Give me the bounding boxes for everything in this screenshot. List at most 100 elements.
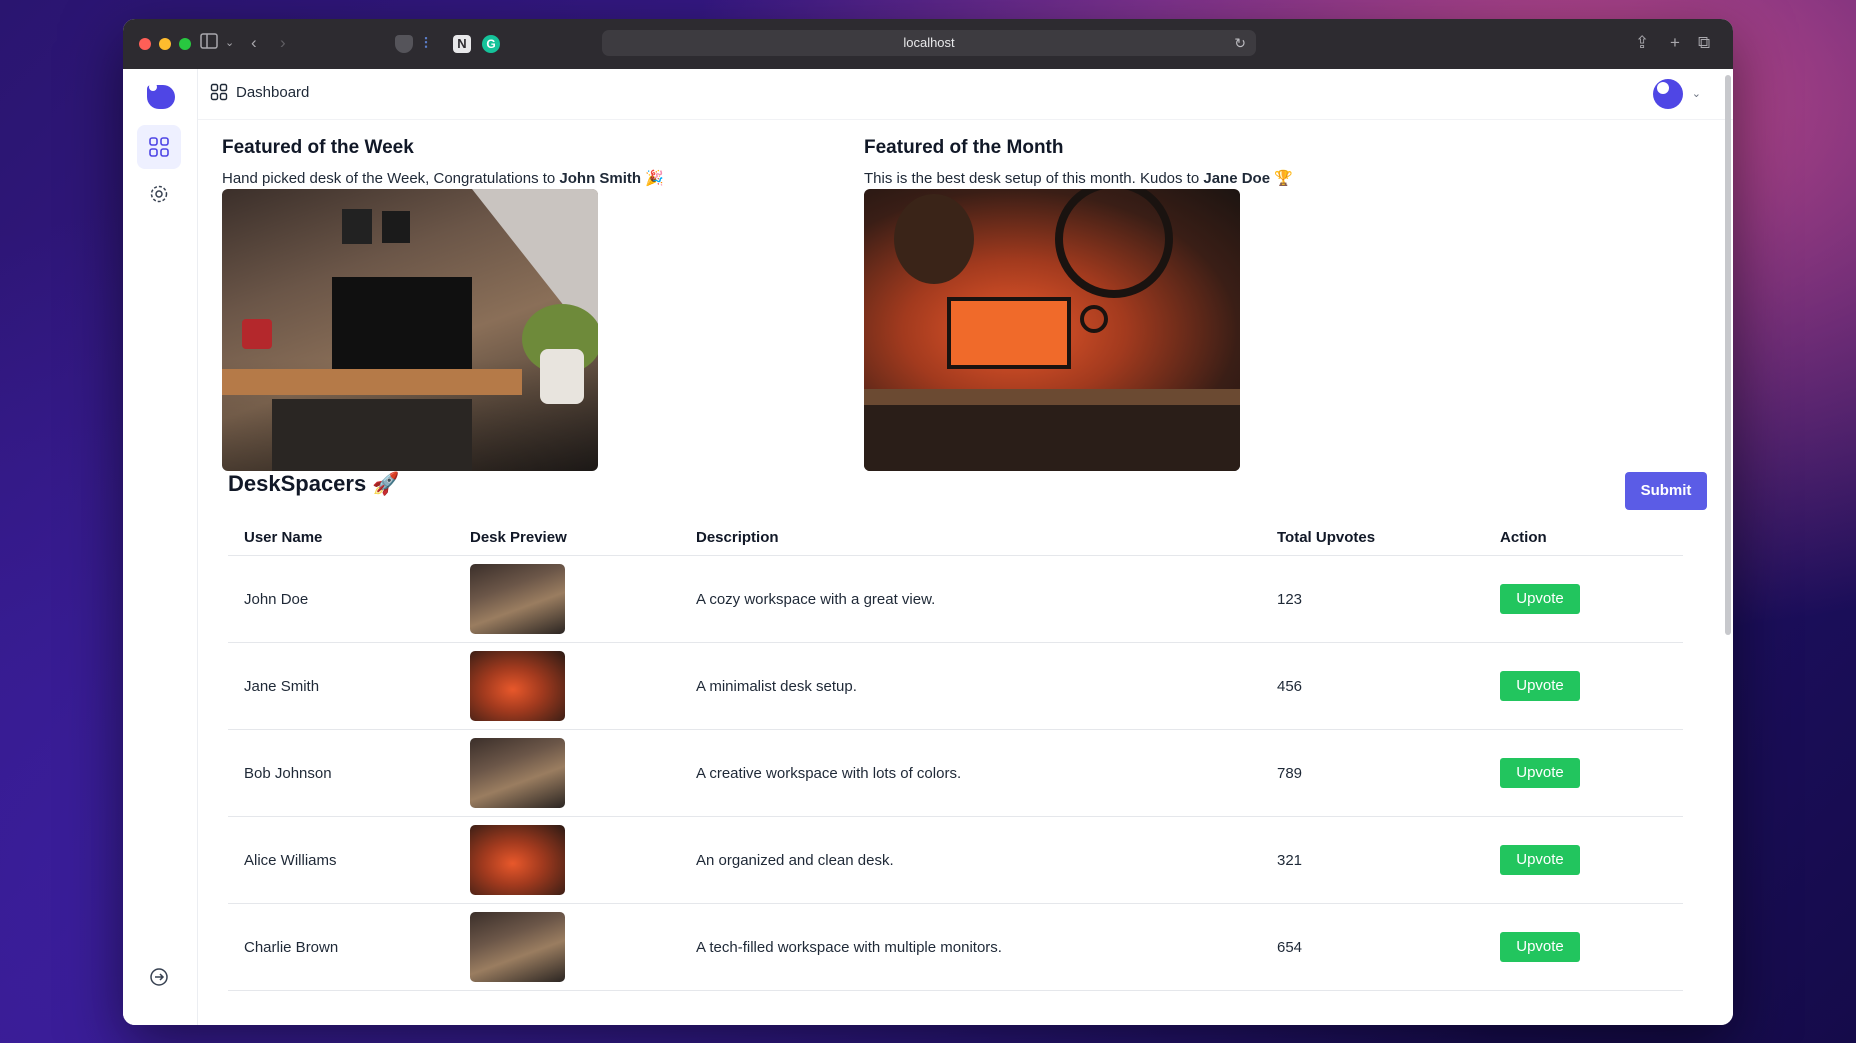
upvotes-cell: 321 (1261, 816, 1484, 904)
reload-icon[interactable]: ↻ (1234, 30, 1246, 56)
sidebar-item-dashboard[interactable] (137, 125, 181, 169)
top-bar: Dashboard ⌄ (198, 69, 1733, 120)
desk-preview-thumbnail[interactable] (470, 738, 565, 808)
upvotes-cell: 456 (1261, 642, 1484, 730)
desk-preview-thumbnail[interactable] (470, 912, 565, 982)
action-cell: Upvote (1484, 816, 1683, 904)
share-icon[interactable]: ⇪ (1635, 33, 1649, 53)
action-cell: Upvote (1484, 729, 1683, 817)
address-bar[interactable]: localhost ↻ (602, 30, 1256, 56)
featured-week-photo[interactable] (222, 189, 598, 471)
trophy-emoji-icon: 🏆 (1274, 170, 1293, 187)
desk-preview-cell (454, 816, 680, 904)
user-name-cell: Charlie Brown (228, 903, 454, 991)
close-window-button[interactable] (139, 38, 151, 50)
featured-week: Featured of the Week Hand picked desk of… (222, 137, 664, 187)
table-row: John Doe A cozy workspace with a great v… (228, 555, 1683, 643)
desk-preview-thumbnail[interactable] (470, 651, 565, 721)
featured-week-text: Hand picked desk of the Week, Congratula… (222, 169, 664, 187)
desk-preview-cell (454, 642, 680, 730)
submit-button[interactable]: Submit (1625, 472, 1707, 510)
sidebar (123, 69, 198, 1025)
forward-icon[interactable]: › (280, 33, 286, 53)
upvotes-cell: 789 (1261, 729, 1484, 817)
action-cell: Upvote (1484, 642, 1683, 730)
notion-extension-icon[interactable]: N (453, 35, 471, 53)
description-cell: A creative workspace with lots of colors… (680, 729, 1261, 817)
column-header-action[interactable]: Action (1484, 519, 1683, 556)
featured-month-title: Featured of the Month (864, 137, 1064, 158)
desk-preview-cell (454, 729, 680, 817)
desk-preview-cell (454, 555, 680, 643)
featured-month-text: This is the best desk setup of this mont… (864, 169, 1293, 187)
deskspacers-table: User Name Desk Preview Description Total… (228, 519, 1683, 991)
action-cell: Upvote (1484, 555, 1683, 643)
app-logo[interactable] (147, 83, 175, 109)
user-name-cell: Jane Smith (228, 642, 454, 730)
chevron-down-icon[interactable]: ⌄ (1692, 87, 1701, 100)
upvote-button[interactable]: Upvote (1500, 671, 1580, 701)
minimize-window-button[interactable] (159, 38, 171, 50)
grammarly-extension-icon[interactable]: G (482, 35, 500, 53)
upvote-button[interactable]: Upvote (1500, 758, 1580, 788)
chevron-down-icon[interactable]: ⌄ (225, 33, 234, 53)
column-header-desk-preview[interactable]: Desk Preview (454, 519, 680, 556)
featured-week-prefix: Hand picked desk of the Week, Congratula… (222, 170, 560, 187)
grid-icon (149, 137, 169, 157)
maximize-window-button[interactable] (179, 38, 191, 50)
table-header-row: User Name Desk Preview Description Total… (228, 519, 1683, 556)
column-header-user-name[interactable]: User Name (228, 519, 454, 556)
upvote-button[interactable]: Upvote (1500, 932, 1580, 962)
gear-icon (150, 185, 168, 203)
upvotes-cell: 123 (1261, 555, 1484, 643)
main-panel: Dashboard ⌄ Featured of the Week Hand pi… (198, 69, 1733, 1025)
upvote-button[interactable]: Upvote (1500, 584, 1580, 614)
featured-month: Featured of the Month This is the best d… (864, 137, 1293, 187)
app-content: Dashboard ⌄ Featured of the Week Hand pi… (123, 69, 1733, 1025)
action-cell: Upvote (1484, 903, 1683, 991)
grid-icon (210, 83, 228, 101)
user-name-cell: John Doe (228, 555, 454, 643)
column-header-description[interactable]: Description (680, 519, 1261, 556)
column-header-total-upvotes[interactable]: Total Upvotes (1261, 519, 1484, 556)
featured-week-title: Featured of the Week (222, 137, 414, 158)
deskspacers-title: DeskSpacers 🚀 (228, 471, 400, 496)
sidebar-item-settings[interactable] (137, 172, 181, 216)
table-row: Charlie Brown A tech-filled workspace wi… (228, 903, 1683, 991)
featured-month-prefix: This is the best desk setup of this mont… (864, 170, 1204, 187)
sidebar-toggle-icon[interactable] (200, 33, 218, 54)
description-cell: A cozy workspace with a great view. (680, 555, 1261, 643)
page-title: Dashboard (236, 83, 310, 101)
desk-setup-image (864, 189, 1240, 471)
user-name-cell: Bob Johnson (228, 729, 454, 817)
featured-month-photo[interactable] (864, 189, 1240, 471)
url-text: localhost (903, 35, 955, 50)
tabs-overview-icon[interactable]: ⧉ (1698, 33, 1710, 53)
party-emoji-icon: 🎉 (645, 170, 664, 187)
table-row: Alice Williams An organized and clean de… (228, 816, 1683, 904)
featured-week-name: John Smith (559, 170, 642, 187)
upvote-button[interactable]: Upvote (1500, 845, 1580, 875)
description-cell: A tech-filled workspace with multiple mo… (680, 903, 1261, 991)
desk-preview-cell (454, 903, 680, 991)
user-name-cell: Alice Williams (228, 816, 454, 904)
breadcrumb: Dashboard (210, 83, 309, 101)
featured-month-name: Jane Doe (1203, 170, 1271, 187)
desk-preview-thumbnail[interactable] (470, 825, 565, 895)
logout-button[interactable] (137, 955, 181, 999)
desk-preview-thumbnail[interactable] (470, 564, 565, 634)
description-cell: An organized and clean desk. (680, 816, 1261, 904)
description-cell: A minimalist desk setup. (680, 642, 1261, 730)
scrollbar[interactable] (1725, 75, 1731, 635)
arrow-right-circle-icon (150, 968, 168, 986)
table-row: Jane Smith A minimalist desk setup. 456 … (228, 642, 1683, 730)
back-icon[interactable]: ‹ (251, 33, 257, 53)
browser-window: ⌄ ‹ › ⫶ N G localhost ↻ ⇪ + ⧉ Dashboard … (123, 19, 1733, 1025)
user-avatar[interactable] (1653, 79, 1683, 109)
ruler-extension-icon[interactable]: ⫶ (424, 35, 442, 53)
desk-setup-image (222, 189, 598, 471)
new-tab-icon[interactable]: + (1670, 33, 1680, 53)
browser-toolbar: ⌄ ‹ › ⫶ N G localhost ↻ ⇪ + ⧉ (123, 19, 1733, 70)
table-row: Bob Johnson A creative workspace with lo… (228, 729, 1683, 817)
shield-extension-icon[interactable] (395, 35, 413, 53)
